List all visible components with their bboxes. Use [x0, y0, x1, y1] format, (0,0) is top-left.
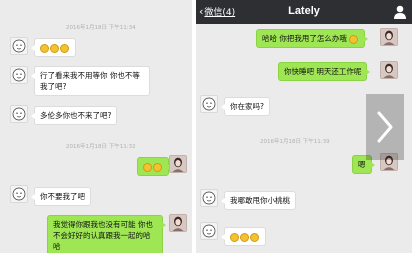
contact-avatar-icon [201, 223, 217, 239]
contact-avatar-icon [201, 96, 217, 112]
my-avatar[interactable] [169, 214, 187, 232]
smiley-emoji-icon [50, 43, 59, 53]
person-icon[interactable] [393, 4, 407, 20]
smiley-emoji-icon [240, 232, 249, 242]
message-text: 哈哈 你把我甩了怎么办哦 [262, 34, 347, 43]
avatar[interactable] [10, 105, 28, 123]
message-text: 你在家吗? [230, 102, 264, 111]
smiley-emoji-icon [230, 232, 239, 242]
chat-header: ‹微信(4) Lately [196, 0, 412, 24]
smiley-emoji-icon [153, 162, 162, 172]
smiley-emoji-icon [40, 43, 49, 53]
message-bubble-incoming[interactable]: 你在家吗? [221, 97, 270, 116]
user-photo-icon [381, 29, 397, 45]
message-text: 我哪敢甩你小桃桃 [230, 196, 290, 205]
user-photo-icon [170, 215, 186, 231]
smiley-emoji-icon [60, 43, 69, 53]
avatar[interactable] [200, 189, 218, 207]
avatar[interactable] [10, 37, 28, 55]
message-bubble-incoming[interactable]: 多伦多你也不来了吧? [30, 106, 118, 125]
user-photo-icon [170, 156, 186, 172]
message-bubble-incoming[interactable]: 你不要我了吧 [31, 187, 91, 206]
message-text: 行了看来我不用等你 你也不等我了吧? [40, 71, 140, 91]
my-avatar[interactable] [380, 61, 398, 79]
contact-avatar-icon [11, 106, 27, 122]
chat-panel-left: 2016年1月18日 下午11:34 行了看来我不用等你 你也不等我了吧? 多伦… [0, 0, 192, 253]
message-text: 我觉得你跟我也没有可能 你也不会好好的认真跟我一起的哈哈 [53, 220, 153, 251]
contact-avatar-icon [11, 38, 27, 54]
message-bubble-outgoing[interactable]: 你快睡吧 明天还工作呢 [278, 62, 371, 81]
smiley-emoji-icon [349, 34, 359, 44]
contact-avatar-icon [11, 186, 27, 202]
message-bubble-incoming[interactable]: 行了看来我不用等你 你也不等我了吧? [31, 66, 150, 96]
contact-avatar-icon [11, 67, 27, 83]
message-bubble-incoming[interactable] [221, 227, 266, 246]
my-avatar[interactable] [169, 155, 187, 173]
message-text: 你快睡吧 明天还工作呢 [284, 67, 362, 76]
message-bubble-outgoing[interactable]: 哈哈 你把我甩了怎么办哦 [256, 29, 369, 48]
message-text: 嗯 [358, 160, 366, 169]
message-bubble-incoming[interactable]: 我哪敢甩你小桃桃 [221, 191, 296, 210]
avatar[interactable] [10, 185, 28, 203]
message-text: 你不要我了吧 [40, 192, 85, 201]
chat-title: Lately [288, 5, 320, 17]
message-bubble-outgoing[interactable] [137, 157, 172, 176]
message-bubble-incoming[interactable] [31, 38, 76, 57]
my-avatar[interactable] [380, 28, 398, 46]
timestamp: 2016年1月18日 下午11:34 [66, 25, 136, 31]
user-photo-icon [381, 62, 397, 78]
message-text: 多伦多你也不来了吧? [40, 111, 112, 120]
avatar[interactable] [200, 222, 218, 240]
chevron-right-icon [377, 111, 393, 143]
avatar[interactable] [10, 66, 28, 84]
smiley-emoji-icon [250, 232, 259, 242]
avatar[interactable] [200, 95, 218, 113]
contact-avatar-icon [201, 190, 217, 206]
timestamp: 2016年1月18日 下午11:32 [66, 144, 136, 150]
message-bubble-outgoing[interactable]: 我觉得你跟我也没有可能 你也不会好好的认真跟我一起的哈哈 [47, 215, 166, 253]
smiley-emoji-icon [143, 162, 152, 172]
timestamp: 2016年1月18日 下午11:39 [260, 139, 330, 145]
next-image-button[interactable] [366, 94, 404, 160]
